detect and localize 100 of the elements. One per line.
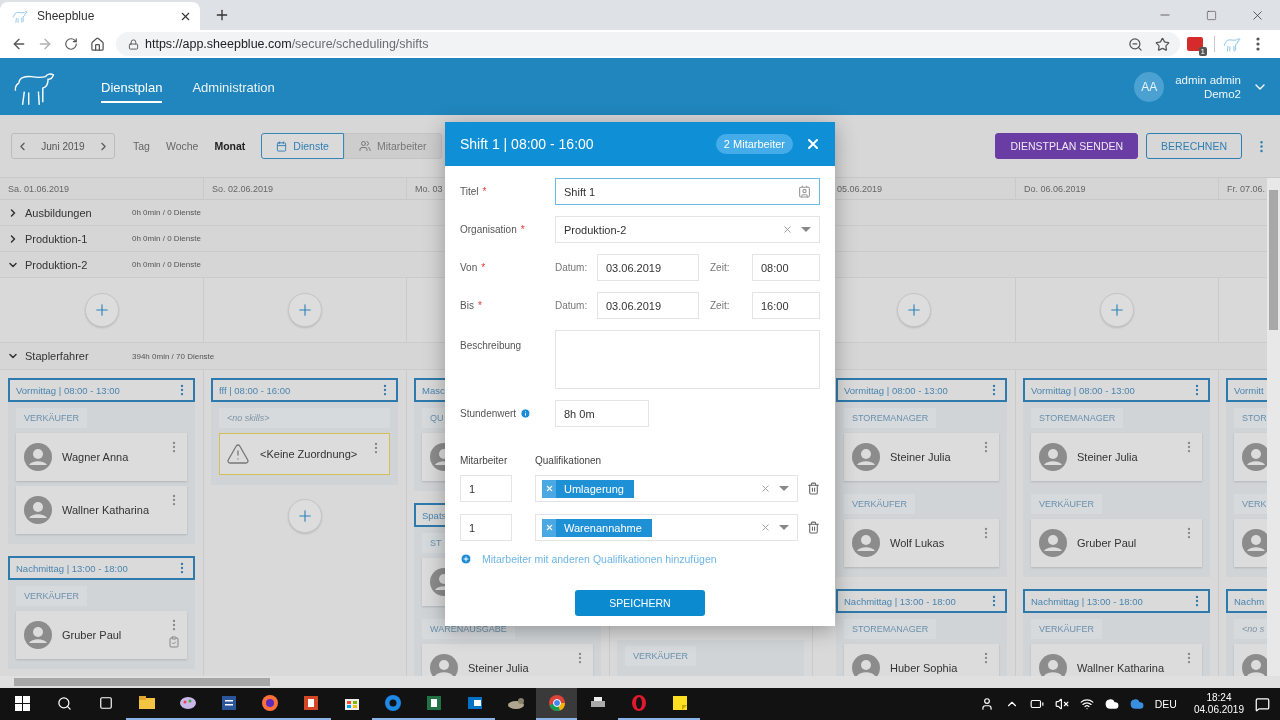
employee-card[interactable]: Wolf Lukas <box>844 519 999 567</box>
task-view-icon <box>98 696 113 710</box>
taskbar-app[interactable] <box>536 688 577 720</box>
avatar-icon <box>24 621 52 649</box>
employee-card[interactable]: Wagner Anna <box>16 433 187 481</box>
group-name: Ausbildungen <box>25 206 93 219</box>
language-indicator[interactable]: DEU <box>1154 698 1177 710</box>
muted-speaker-icon[interactable] <box>1054 697 1069 711</box>
title-field[interactable]: Shift 1 <box>555 178 820 205</box>
count-field[interactable]: 1 <box>460 475 512 502</box>
skill-label: STOR <box>1234 408 1267 428</box>
caret-icon[interactable] <box>801 227 811 232</box>
employee-card[interactable]: Wallner Katharina <box>16 486 187 534</box>
close-button[interactable] <box>805 136 821 152</box>
range-tab[interactable]: Tag <box>133 136 150 156</box>
send-button[interactable]: DIENSTPLAN SENDEN <box>995 133 1139 159</box>
people-icon[interactable] <box>979 697 994 711</box>
maximize-icon <box>1205 9 1217 21</box>
bookmark-star-icon[interactable] <box>1155 36 1170 52</box>
clock[interactable]: 18:24 04.06.2019 <box>1193 692 1244 716</box>
nav-link[interactable]: Administration <box>192 70 275 103</box>
caret-icon[interactable] <box>779 486 789 491</box>
reload-icon <box>64 37 78 51</box>
menu-icon <box>1256 37 1260 51</box>
search-icon <box>57 695 72 711</box>
globe-icon <box>259 693 280 713</box>
zoom-out-icon[interactable] <box>1128 36 1143 52</box>
remove-icon[interactable] <box>544 484 554 493</box>
warning-icon <box>226 442 250 466</box>
remove-icon[interactable] <box>544 523 554 532</box>
skill-label: VERKÄUFER <box>16 408 87 428</box>
nav-link[interactable]: Dienstplan <box>101 70 163 103</box>
employee-card[interactable]: Gruber Paul <box>16 611 187 659</box>
close-icon <box>805 136 821 152</box>
group-name: Produktion-1 <box>25 232 89 245</box>
person-name: Steiner Julia <box>890 451 951 463</box>
range-tab[interactable]: Woche <box>165 136 199 156</box>
user-name: admin admin <box>1175 72 1241 87</box>
vertical-scrollbar[interactable] <box>1267 178 1280 676</box>
person-name: Huber Sophia <box>890 662 958 674</box>
person-name: <Keine Zuordnung> <box>260 448 358 460</box>
group-stats: 0h 0min / 0 Dienste <box>132 260 201 269</box>
save-button[interactable]: SPEICHERN <box>575 590 705 616</box>
avatar-icon <box>852 529 880 557</box>
group-name: Produktion-2 <box>25 258 89 271</box>
clear-icon[interactable] <box>782 224 793 235</box>
clear-icon[interactable] <box>760 522 771 533</box>
skill-label: VERKÄUFER <box>844 494 915 514</box>
time-field[interactable]: 16:00 <box>752 292 820 319</box>
organisation-select[interactable]: Produktion-2 <box>555 216 820 243</box>
count-field[interactable]: 1 <box>460 514 512 541</box>
calendar-icon <box>276 140 288 152</box>
extension-icon <box>1187 37 1203 51</box>
day-label: So. 02.06.2019 <box>212 183 274 194</box>
skill-label: STOREMANAGER <box>844 619 937 639</box>
notification-icon[interactable] <box>1255 696 1270 712</box>
horizontal-scrollbar[interactable] <box>0 676 1280 688</box>
address-bar[interactable]: https://app.sheepblue.com/secure/scheduling/shifts <box>116 32 1180 56</box>
browser-tab[interactable]: Sheepblue <box>0 2 200 30</box>
user-organisation: Demo2 <box>1203 86 1241 101</box>
field-label: Beschreibung <box>460 339 523 351</box>
employee-card[interactable]: Steiner Julia <box>1031 433 1202 481</box>
group-stats: 394h 0min / 70 Dienste <box>132 351 215 361</box>
day-label: Fr. 07.06. <box>1227 183 1266 194</box>
date-field[interactable]: 03.06.2019 <box>597 292 699 319</box>
contact-card-icon <box>798 185 811 198</box>
avatar-icon <box>24 496 52 524</box>
employee-card[interactable]: Wallner Katharina <box>1031 644 1202 676</box>
lock-icon <box>128 38 139 50</box>
group-stats: 0h 0min / 0 Dienste <box>132 234 201 243</box>
group-name: Staplerfahrer <box>25 350 90 362</box>
battery-icon[interactable] <box>1029 697 1044 711</box>
dialog-title: Shift 1 | 08:00 - 16:00 <box>460 136 594 152</box>
month-label: Juni 2019 <box>41 140 85 152</box>
extension-button[interactable]: 1 <box>1180 31 1210 57</box>
time-field[interactable]: 08:00 <box>752 254 820 281</box>
employee-card[interactable]: Steiner Julia <box>422 644 593 676</box>
employee-card[interactable]: Huber Sophia <box>844 644 999 676</box>
date-field[interactable]: 03.06.2019 <box>597 254 699 281</box>
person-name: Steiner Julia <box>1077 451 1138 463</box>
cloud-icon[interactable] <box>1104 697 1119 711</box>
person-name: Gruber Paul <box>62 629 122 641</box>
employee-card[interactable]: Steiner Julia <box>844 433 999 481</box>
wifi-icon[interactable] <box>1079 697 1094 711</box>
person-name: Wolf Lukas <box>890 537 945 549</box>
forward-arrow-icon <box>37 36 53 52</box>
field-label: Stundenwert <box>460 408 555 419</box>
caret-icon[interactable] <box>779 525 789 530</box>
hours-field[interactable]: 8h 0m <box>555 400 649 427</box>
clear-icon[interactable] <box>760 483 771 494</box>
info-icon[interactable] <box>520 408 532 419</box>
delete-button[interactable] <box>807 521 820 534</box>
delete-button[interactable] <box>807 482 820 495</box>
date-label: Datum: <box>555 300 589 311</box>
field-label: Von * <box>460 262 487 273</box>
unassigned-card[interactable]: <Keine Zuordnung> <box>219 433 390 475</box>
employee-card[interactable]: Gruber Paul <box>1031 519 1202 567</box>
plus-icon <box>1108 301 1126 319</box>
description-field[interactable] <box>555 330 820 389</box>
range-tab[interactable]: Monat <box>214 136 246 156</box>
